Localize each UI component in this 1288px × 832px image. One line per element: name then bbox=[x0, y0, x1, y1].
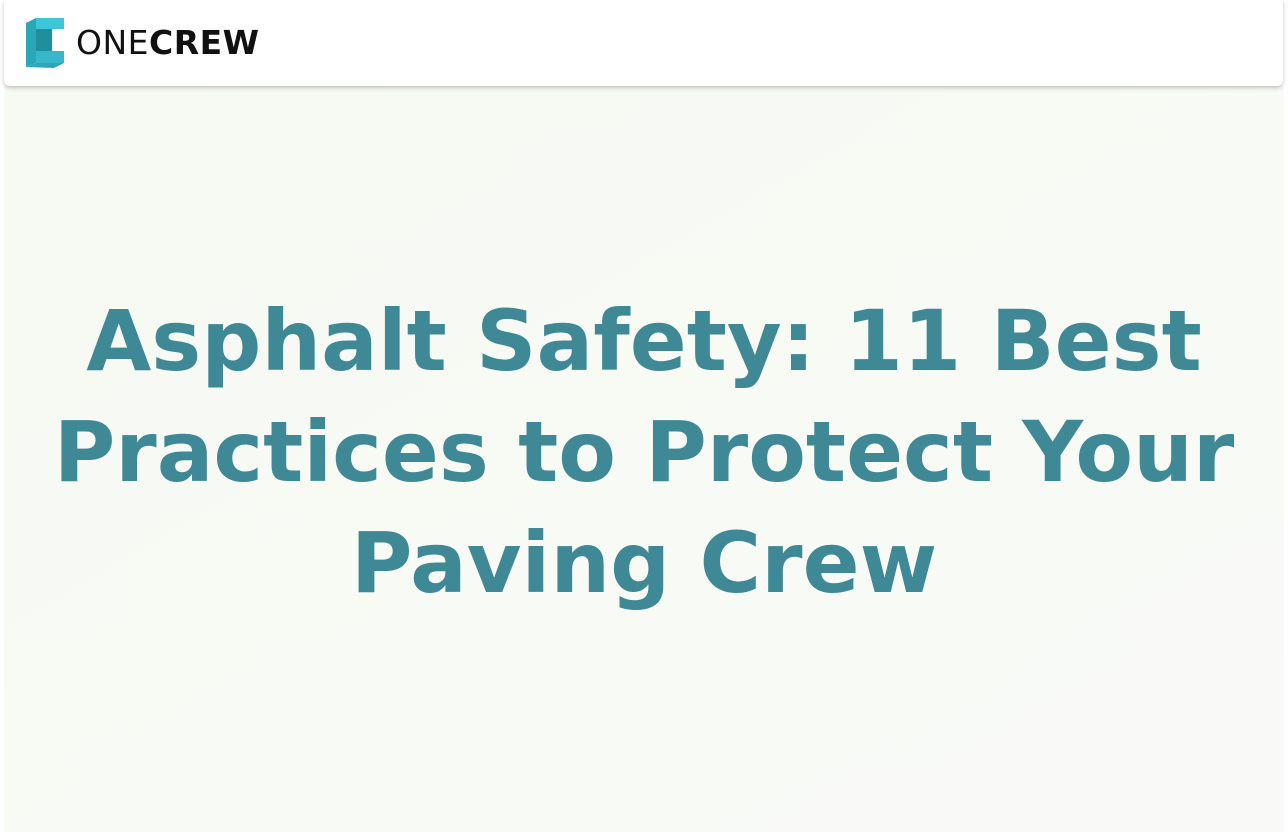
onecrew-logo-icon bbox=[26, 18, 64, 68]
hero-section: Asphalt Safety: 11 Best Practices to Pro… bbox=[4, 86, 1284, 832]
onecrew-logo-link[interactable]: ONECREW bbox=[22, 17, 260, 69]
brand-name-one: ONE bbox=[76, 23, 150, 62]
page-title: Asphalt Safety: 11 Best Practices to Pro… bbox=[53, 292, 1235, 612]
brand-name: ONECREW bbox=[76, 17, 260, 69]
brand-name-crew: CREW bbox=[149, 23, 260, 62]
site-header: ONECREW bbox=[4, 0, 1283, 86]
